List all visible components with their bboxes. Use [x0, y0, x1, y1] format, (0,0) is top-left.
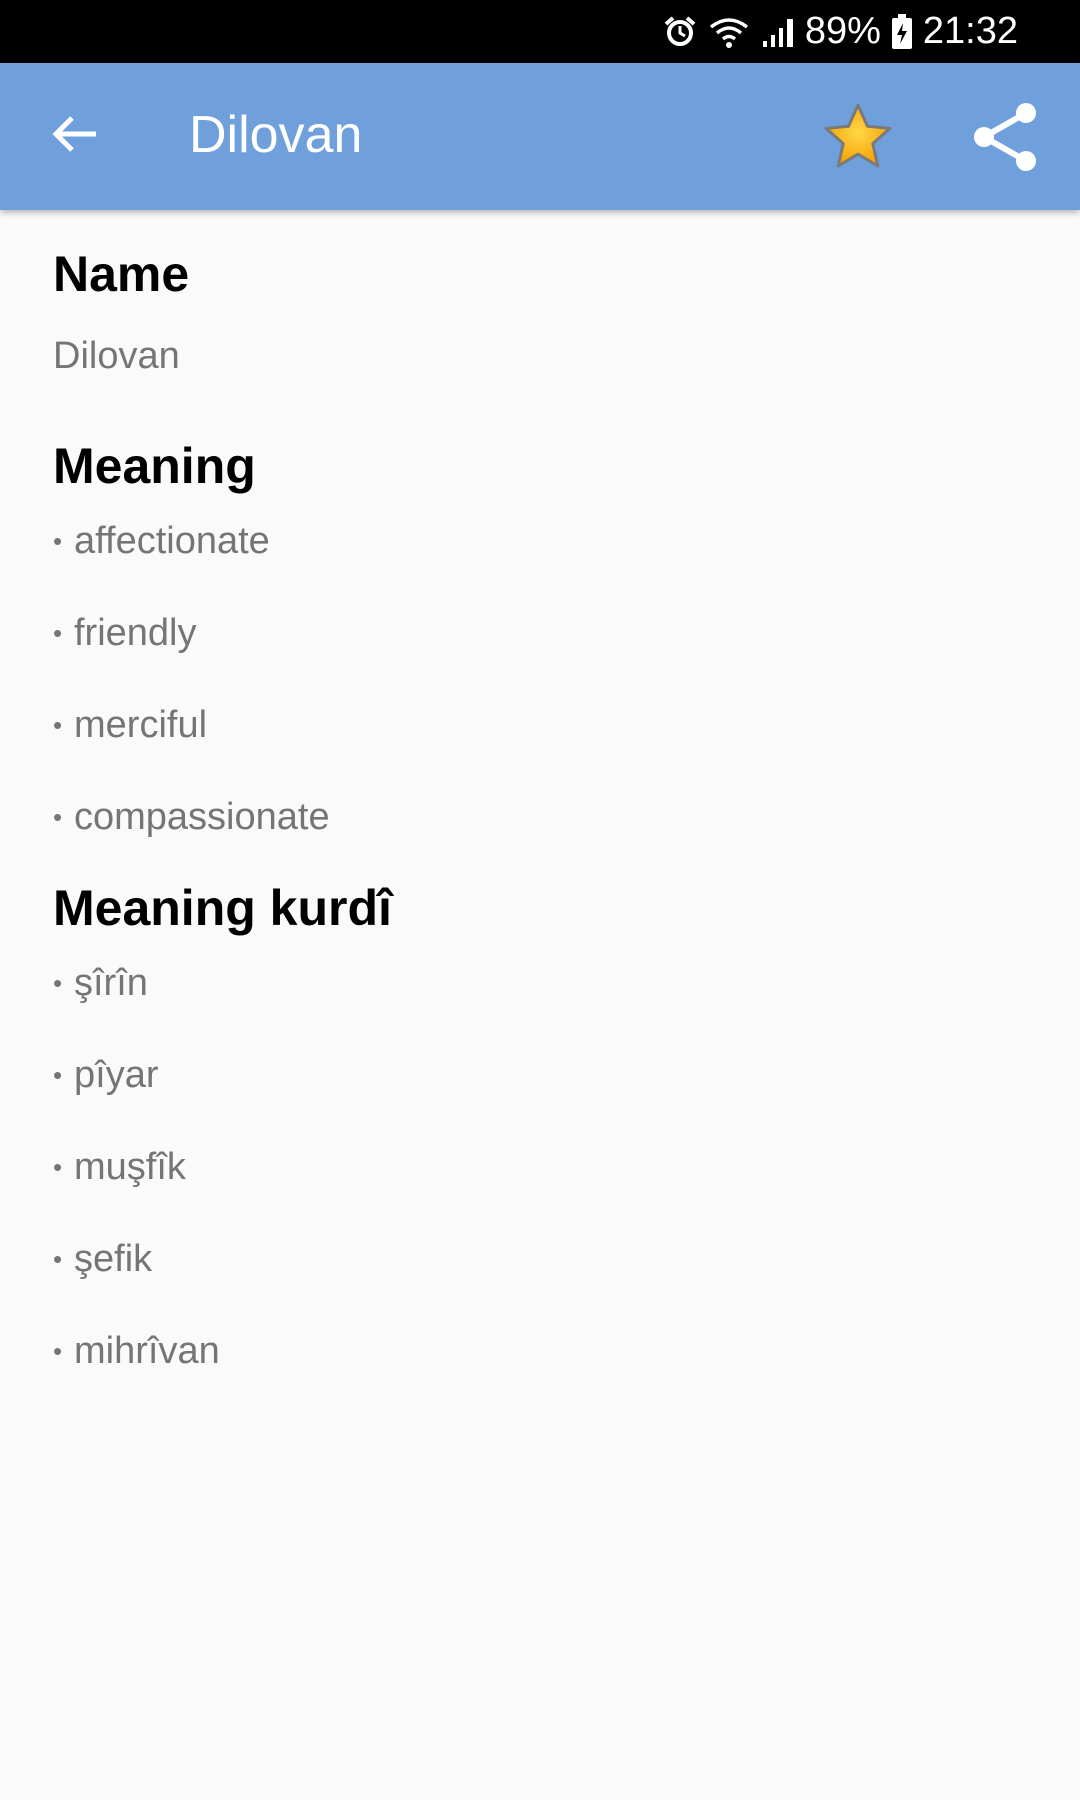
clock: 21:32	[922, 10, 1018, 52]
list-item: • affectionate	[53, 516, 1033, 608]
list-item: • şefik	[53, 1234, 1033, 1326]
list-item-text: pîyar	[74, 1054, 159, 1096]
meaning-kurdi-heading: Meaning kurdî	[53, 880, 392, 936]
signal-icon	[761, 15, 795, 49]
favorite-button[interactable]	[818, 99, 898, 179]
share-icon	[972, 101, 1040, 178]
meaning-list: • affectionate • friendly • merciful • compa…	[53, 516, 1033, 884]
list-item-text: compassionate	[74, 796, 330, 838]
list-item: • compassionate	[53, 792, 1033, 884]
meaning-kurdi-section: Meaning kurdî • şîrîn • pîyar • muşfîk • şef…	[53, 878, 1033, 1418]
list-item-text: şefik	[74, 1238, 153, 1280]
back-button[interactable]	[40, 101, 110, 171]
name-value: Dilovan	[53, 335, 180, 377]
list-item-text: friendly	[74, 612, 197, 654]
meaning-kurdi-list: • şîrîn • pîyar • muşfîk • şefik • mihrîvan	[53, 958, 1033, 1418]
status-indicators: 89% 21:32	[663, 0, 1018, 63]
bullet: •	[53, 710, 63, 740]
bullet: •	[53, 526, 63, 556]
name-section: Name Dilovan	[53, 244, 1033, 381]
list-item-text: şîrîn	[74, 962, 148, 1004]
bullet: •	[53, 1336, 63, 1366]
arrow-back-icon	[52, 114, 98, 159]
list-item: • friendly	[53, 608, 1033, 700]
meaning-heading: Meaning	[53, 438, 256, 494]
list-item-text: merciful	[74, 704, 208, 746]
battery-percentage: 89%	[804, 10, 881, 52]
bullet: •	[53, 618, 63, 648]
bullet: •	[53, 1152, 63, 1182]
list-item-text: muşfîk	[74, 1146, 186, 1188]
alarm-icon	[663, 15, 697, 49]
meaning-section: Meaning • affectionate • friendly • mercifu…	[53, 436, 1033, 884]
app-bar: Dilovan	[0, 63, 1080, 210]
star-icon	[822, 101, 894, 178]
bullet: •	[53, 802, 63, 832]
list-item: • pîyar	[53, 1050, 1033, 1142]
battery-charging-icon	[891, 13, 913, 50]
wifi-icon	[707, 15, 751, 49]
share-button[interactable]	[966, 99, 1046, 179]
list-item: • şîrîn	[53, 958, 1033, 1050]
detail-content: Name Dilovan Meaning • affectionate • frie…	[53, 210, 1033, 1418]
status-bar: 89% 21:32	[0, 0, 1080, 63]
list-item: • muşfîk	[53, 1142, 1033, 1234]
name-heading: Name	[53, 246, 190, 302]
list-item: • merciful	[53, 700, 1033, 792]
bullet: •	[53, 968, 63, 998]
list-item: • mihrîvan	[53, 1326, 1033, 1418]
list-item-text: mihrîvan	[74, 1330, 220, 1372]
bullet: •	[53, 1060, 63, 1090]
list-item-text: affectionate	[74, 520, 270, 562]
bullet: •	[53, 1244, 63, 1274]
page-title: Dilovan	[189, 106, 363, 164]
